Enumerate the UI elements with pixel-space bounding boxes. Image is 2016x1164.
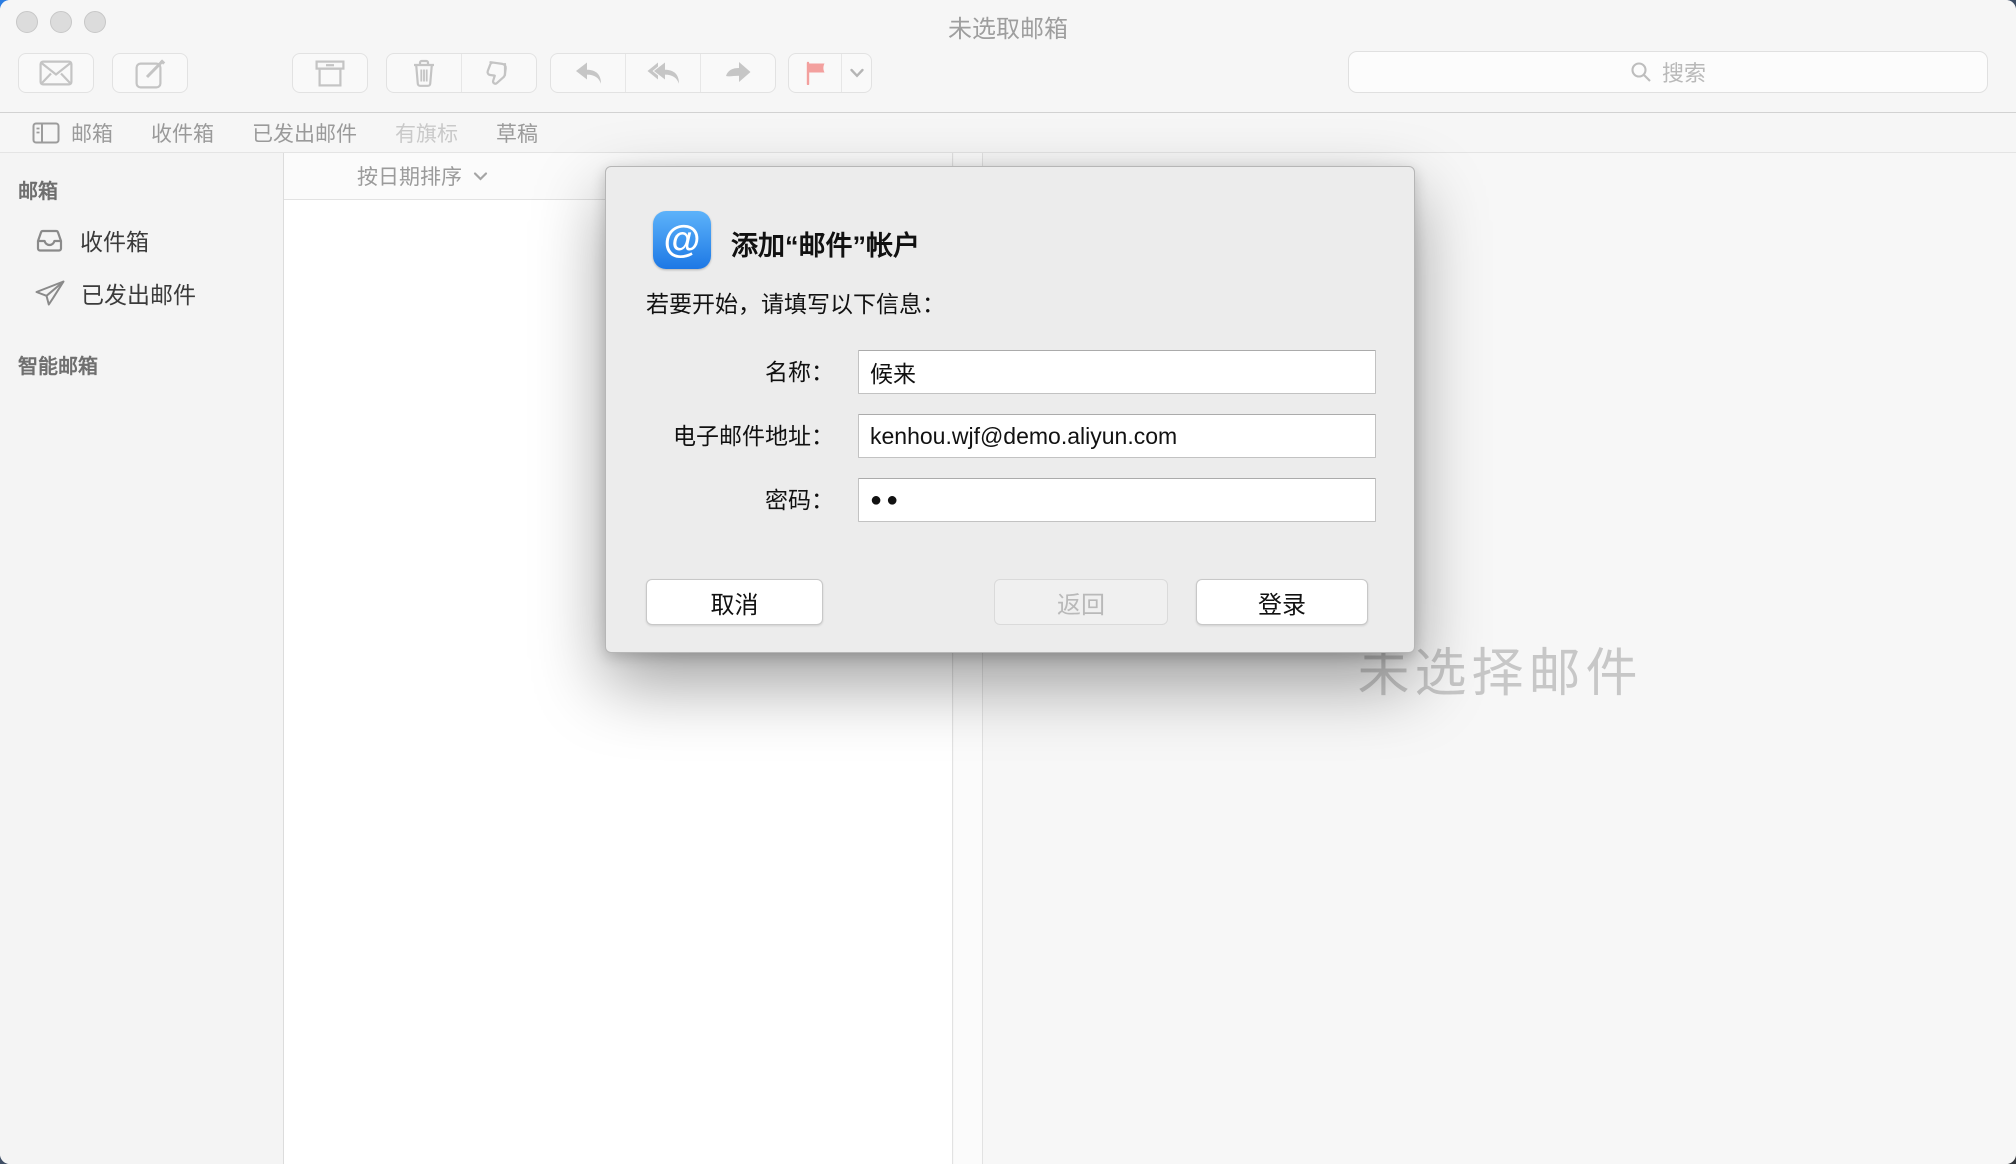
password-field[interactable] xyxy=(858,478,1376,522)
reply-button[interactable] xyxy=(551,54,625,92)
reply-group xyxy=(550,53,776,93)
trash-icon xyxy=(411,58,437,88)
junk-thumbs-down-icon xyxy=(485,59,514,88)
dialog-subtitle: 若要开始，请填写以下信息： xyxy=(646,291,945,317)
favorites-item-inbox[interactable]: 收件箱 xyxy=(151,118,214,148)
paper-plane-icon xyxy=(34,279,66,307)
favorites-item-drafts[interactable]: 草稿 xyxy=(496,118,538,148)
email-field[interactable] xyxy=(858,414,1376,458)
add-mail-account-dialog: @ 添加“邮件”帐户 若要开始，请填写以下信息： 名称： 电子邮件地址： 密码：… xyxy=(605,166,1415,653)
favorites-item-flagged: 有旗标 xyxy=(395,122,458,146)
chevron-down-icon xyxy=(849,67,865,79)
favorites-item-label: 邮箱 xyxy=(71,122,113,146)
email-field-label: 电子邮件地址： xyxy=(673,423,834,449)
search-placeholder: 搜索 xyxy=(1661,61,1706,86)
cancel-button[interactable]: 取消 xyxy=(646,579,823,625)
flag-button[interactable] xyxy=(789,54,841,92)
toolbar: 未选取邮箱 搜索 xyxy=(0,0,2016,113)
chevron-down-icon xyxy=(473,171,488,182)
sidebar-item-inbox[interactable]: 收件箱 xyxy=(34,223,283,257)
dialog-title: 添加“邮件”帐户 xyxy=(731,231,920,261)
junk-button[interactable] xyxy=(461,54,536,92)
forward-icon xyxy=(724,61,752,85)
sidebar: 邮箱 收件箱 已发出邮件 智能邮箱 xyxy=(0,153,284,1164)
name-field[interactable] xyxy=(858,350,1376,394)
window-title: 未选取邮箱 xyxy=(948,16,1068,43)
archive-button[interactable] xyxy=(292,53,368,93)
reply-all-button[interactable] xyxy=(625,54,700,92)
sidebar-item-label: 收件箱 xyxy=(80,229,149,255)
archive-icon xyxy=(314,58,346,88)
sort-label: 按日期排序 xyxy=(357,166,462,189)
search-icon xyxy=(1630,61,1653,84)
reply-all-icon xyxy=(647,61,680,85)
login-button[interactable]: 登录 xyxy=(1196,579,1368,625)
mail-window: 未选取邮箱 搜索 邮箱 收件箱 已发出邮件 有旗标 草稿 邮箱 收件箱 已发出邮… xyxy=(0,0,2016,1164)
favorites-item-sent[interactable]: 已发出邮件 xyxy=(252,118,357,148)
flag-icon xyxy=(804,61,826,85)
password-field-label: 密码： xyxy=(765,487,834,513)
favorites-bar: 邮箱 收件箱 已发出邮件 有旗标 草稿 xyxy=(0,113,2016,153)
sidebar-section-mailboxes: 邮箱 xyxy=(18,181,58,203)
back-button: 返回 xyxy=(994,579,1168,625)
sidebar-item-sent[interactable]: 已发出邮件 xyxy=(34,276,283,310)
envelope-icon xyxy=(39,60,73,86)
trash-junk-group xyxy=(386,53,537,93)
inbox-icon xyxy=(34,228,65,253)
forward-button[interactable] xyxy=(700,54,775,92)
search-input[interactable]: 搜索 xyxy=(1348,51,1988,93)
flag-menu-button[interactable] xyxy=(841,54,871,92)
flag-group xyxy=(788,53,872,93)
at-badge-icon: @ xyxy=(653,211,711,269)
favorites-item-mailboxes[interactable]: 邮箱 xyxy=(32,118,113,148)
reply-icon xyxy=(574,61,602,85)
compose-button[interactable] xyxy=(112,53,188,93)
get-mail-button[interactable] xyxy=(18,53,94,93)
sidebar-section-smart-mailboxes: 智能邮箱 xyxy=(18,356,98,378)
sidebar-panel-icon xyxy=(32,122,60,144)
name-field-label: 名称： xyxy=(765,359,834,385)
compose-icon xyxy=(135,58,166,89)
trash-button[interactable] xyxy=(387,54,461,92)
sidebar-item-label: 已发出邮件 xyxy=(81,282,196,308)
